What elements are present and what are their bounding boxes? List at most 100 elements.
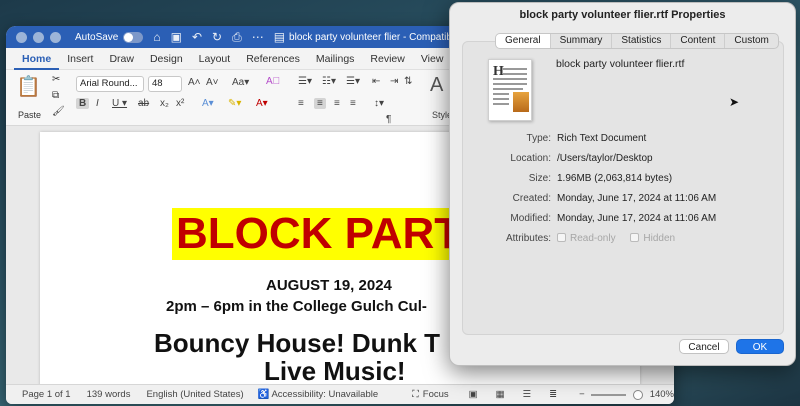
readonly-checkbox[interactable] — [557, 233, 566, 242]
clear-format-icon[interactable]: A⃠ — [266, 76, 280, 87]
align-left-icon[interactable]: ≡ — [298, 98, 304, 109]
thumbnail-line — [493, 103, 509, 105]
tab-draw[interactable]: Draw — [101, 48, 142, 70]
size-value: 1.96MB (2,063,814 bytes) — [557, 173, 673, 184]
superscript-button[interactable]: x² — [176, 98, 184, 109]
subscript-button[interactable]: x₂ — [160, 98, 169, 109]
created-value: Monday, June 17, 2024 at 11:06 AM — [557, 193, 717, 204]
tab-insert[interactable]: Insert — [59, 48, 101, 70]
modified-row: Modified: Monday, June 17, 2024 at 11:06… — [450, 213, 797, 227]
created-row: Created: Monday, June 17, 2024 at 11:06 … — [450, 193, 797, 207]
underline-button[interactable]: U ▾ — [112, 98, 127, 109]
flier-date: AUGUST 19, 2024 — [266, 277, 392, 294]
copy-icon[interactable]: ⧉ — [52, 90, 59, 101]
thumbnail-line — [503, 68, 527, 70]
home-icon[interactable]: ⌂ — [153, 30, 160, 44]
tab-references[interactable]: References — [238, 48, 308, 70]
justify-icon[interactable]: ≡ — [350, 98, 356, 109]
undo-icon[interactable]: ↶ — [192, 30, 202, 44]
more-icon[interactable]: ⋯ — [252, 30, 264, 44]
paste-icon[interactable]: 📋 — [16, 74, 41, 99]
tab-custom[interactable]: Custom — [725, 34, 777, 48]
outline-icon[interactable]: ☰ — [523, 389, 532, 400]
paste-label[interactable]: Paste — [18, 110, 41, 120]
draft-icon[interactable]: ≣ — [549, 389, 557, 400]
readonly-label: Read-only — [570, 233, 616, 244]
autosave-toggle[interactable] — [123, 31, 144, 43]
tab-statistics[interactable]: Statistics — [612, 34, 672, 48]
minimize-window-button[interactable] — [33, 31, 44, 43]
page-count[interactable]: Page 1 of 1 — [22, 389, 71, 400]
sort-icon[interactable]: ⇅ — [404, 76, 412, 87]
multilevel-list-icon[interactable]: ☰▾ — [346, 76, 360, 87]
thumbnail-line — [493, 88, 523, 90]
tab-mailings[interactable]: Mailings — [308, 48, 363, 70]
thumbnail-line — [493, 98, 509, 100]
bold-button[interactable]: B — [76, 98, 90, 109]
shrink-font-icon[interactable]: A˅ — [206, 77, 219, 88]
tab-content[interactable]: Content — [671, 34, 726, 48]
dialog-tabs: General Summary Statistics Content Custo… — [495, 33, 779, 49]
thumbnail-line — [503, 73, 527, 75]
zoom-out-icon[interactable]: − — [579, 389, 585, 400]
font-size-select[interactable]: 48 — [148, 76, 182, 92]
word-count[interactable]: 139 words — [87, 389, 131, 400]
tab-summary[interactable]: Summary — [551, 34, 613, 48]
focus-label[interactable]: Focus — [423, 389, 449, 400]
grow-font-icon[interactable]: A˄ — [188, 77, 201, 88]
tab-layout[interactable]: Layout — [191, 48, 239, 70]
font-color-icon[interactable]: A▾ — [256, 98, 268, 109]
save-icon[interactable]: ▣ — [171, 30, 182, 44]
web-layout-icon[interactable]: ▦ — [496, 389, 505, 400]
mouse-pointer-icon: ➤ — [729, 95, 740, 109]
tab-home[interactable]: Home — [14, 48, 60, 70]
highlight-icon[interactable]: ✎▾ — [228, 98, 241, 109]
numbering-icon[interactable]: ☷▾ — [322, 76, 336, 87]
size-label: Size: — [528, 173, 551, 184]
format-painter-icon[interactable]: 🖌 — [52, 106, 65, 117]
dialog-title: block party volunteer flier.rtf Properti… — [519, 9, 726, 21]
attributes-label: Attributes: — [505, 233, 551, 244]
attributes-row: Attributes: Read-only Hidden — [450, 233, 797, 247]
line-spacing-icon[interactable]: ↕▾ — [374, 98, 384, 109]
zoom-slider-thumb[interactable] — [632, 389, 643, 400]
close-window-button[interactable] — [16, 31, 27, 43]
flier-activities: Bouncy House! Dunk T — [154, 328, 441, 358]
tab-view[interactable]: View — [413, 48, 452, 70]
change-case-icon[interactable]: Aa▾ — [232, 77, 249, 88]
accessibility-status[interactable]: Accessibility: Unavailable — [271, 389, 378, 400]
zoom-slider[interactable] — [590, 389, 643, 400]
language[interactable]: English (United States) — [146, 389, 243, 400]
show-marks-icon[interactable]: ¶ — [386, 114, 391, 125]
align-center-icon[interactable]: ≡ — [314, 98, 326, 109]
tab-general[interactable]: General — [496, 34, 551, 48]
properties-dialog: block party volunteer flier.rtf Properti… — [449, 2, 796, 366]
zoom-level[interactable]: 140% — [650, 389, 674, 400]
ok-button[interactable]: OK — [736, 339, 784, 354]
window-controls — [16, 31, 61, 43]
focus-icon[interactable]: ⛶ — [412, 389, 419, 400]
cancel-button[interactable]: Cancel — [679, 339, 729, 354]
tab-design[interactable]: Design — [142, 48, 191, 70]
font-name-select[interactable]: Arial Round... — [76, 76, 144, 92]
type-label: Type: — [526, 133, 551, 144]
autosave-label: AutoSave — [75, 31, 119, 43]
cut-icon[interactable]: ✂ — [52, 74, 60, 85]
text-effects-icon[interactable]: A▾ — [202, 98, 214, 109]
status-bar: Page 1 of 1 139 words English (United St… — [6, 384, 674, 404]
tab-review[interactable]: Review — [362, 48, 412, 70]
zoom-window-button[interactable] — [50, 31, 61, 43]
redo-icon[interactable]: ↻ — [212, 30, 222, 44]
align-right-icon[interactable]: ≡ — [334, 98, 340, 109]
bullets-icon[interactable]: ☰▾ — [298, 76, 312, 87]
print-icon[interactable]: ⎙ — [232, 30, 242, 45]
thumbnail-line — [493, 83, 527, 85]
hidden-checkbox[interactable] — [630, 233, 640, 242]
decrease-indent-icon[interactable]: ⇤ — [372, 76, 380, 87]
document-thumbnail-icon: H — [488, 59, 532, 121]
strikethrough-button[interactable]: ab — [138, 98, 149, 109]
italic-button[interactable]: I — [96, 98, 99, 109]
increase-indent-icon[interactable]: ⇥ — [390, 76, 398, 87]
print-layout-icon[interactable]: ▣ — [469, 389, 478, 400]
styles-icon[interactable]: A — [430, 74, 443, 97]
